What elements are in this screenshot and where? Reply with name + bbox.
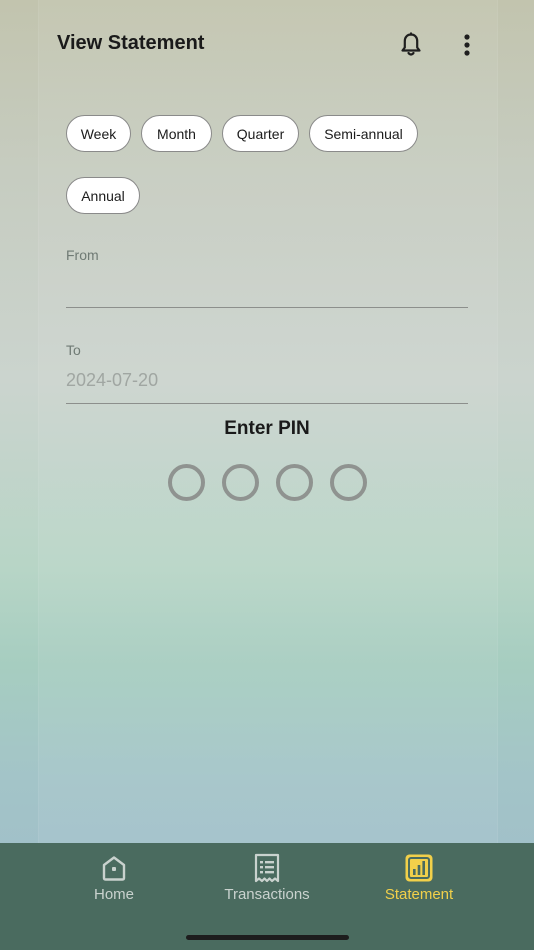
nav-label-home: Home (93, 886, 134, 903)
home-icon (102, 856, 126, 881)
nav-label-statement: Statement (384, 886, 454, 903)
from-field: From (66, 247, 468, 308)
from-label: From (66, 247, 99, 263)
to-field: To (66, 342, 468, 404)
chip-month[interactable]: Month (141, 115, 212, 152)
nav-item-statement[interactable]: Statement (344, 843, 494, 913)
chip-annual[interactable]: Annual (66, 177, 140, 214)
nav-item-transactions[interactable]: Transactions (192, 843, 342, 913)
chip-quarter[interactable]: Quarter (222, 115, 299, 152)
notifications-button[interactable] (396, 30, 426, 60)
pin-dot (330, 464, 367, 501)
pin-dot (222, 464, 259, 501)
bottom-navigation: Home Transactions Statement (0, 843, 534, 950)
app-header: View Statement (0, 0, 534, 90)
bar-chart-icon (405, 854, 433, 882)
pin-dot (276, 464, 313, 501)
nav-label-transactions: Transactions (224, 886, 310, 903)
receipt-icon (254, 853, 280, 883)
more-vertical-icon (464, 34, 470, 56)
page-title: View Statement (57, 32, 205, 54)
nav-item-home[interactable]: Home (39, 843, 189, 913)
pin-dot (168, 464, 205, 501)
pin-indicator (168, 464, 368, 501)
gesture-home-indicator[interactable] (186, 935, 349, 940)
pin-title: Enter PIN (224, 418, 310, 439)
to-input[interactable] (66, 358, 468, 404)
to-label: To (66, 342, 81, 358)
more-options-button[interactable] (452, 30, 482, 60)
chip-week[interactable]: Week (66, 115, 131, 152)
bell-icon (401, 32, 421, 56)
from-input[interactable] (66, 265, 468, 308)
chip-semi-annual[interactable]: Semi-annual (309, 115, 418, 152)
